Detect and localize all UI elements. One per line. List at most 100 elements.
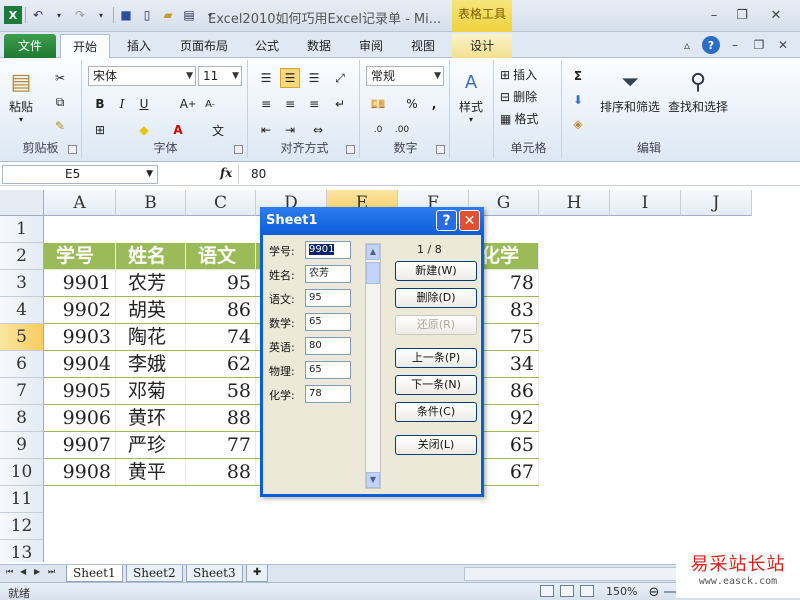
tab-file[interactable]: 文件: [4, 34, 56, 58]
table-cell-chinese[interactable]: 88: [186, 459, 256, 486]
sheet-tab-sheet2[interactable]: Sheet2: [126, 565, 183, 582]
workbook-restore-icon[interactable]: ❐: [750, 36, 768, 54]
help-icon[interactable]: ?: [702, 36, 720, 54]
open-folder-icon[interactable]: ▰: [159, 6, 177, 24]
dropdown-icon[interactable]: ▾: [92, 6, 110, 24]
undo-icon[interactable]: ↶: [29, 6, 47, 24]
new-record-button[interactable]: 新建(W): [395, 261, 477, 281]
criteria-button[interactable]: 条件(C): [395, 402, 477, 422]
close-icon[interactable]: ✕: [756, 4, 796, 26]
field-input[interactable]: 80: [305, 337, 351, 355]
autosum-icon[interactable]: Σ: [568, 66, 588, 86]
decrease-indent-icon[interactable]: ⇤: [256, 120, 276, 140]
table-cell-id[interactable]: 9903: [44, 324, 116, 351]
format-painter-icon[interactable]: ✎: [50, 116, 70, 136]
find-select-button[interactable]: ⚲ 查找和选择: [668, 66, 728, 115]
increase-decimal-icon[interactable]: .0: [368, 120, 388, 140]
insert-sheet-icon[interactable]: ✚: [246, 565, 269, 582]
select-all-button[interactable]: [0, 190, 44, 216]
tab-view[interactable]: 视图: [398, 34, 448, 58]
excel-logo-icon[interactable]: X: [4, 6, 22, 24]
dialog-launcher-icon[interactable]: [346, 145, 355, 154]
font-size-select[interactable]: 11 ▼: [198, 66, 242, 86]
align-top-icon[interactable]: ☰: [256, 68, 276, 88]
close-icon[interactable]: ✕: [459, 210, 480, 231]
field-input[interactable]: 65: [305, 313, 351, 331]
table-cell-name[interactable]: 严珍: [116, 432, 186, 459]
italic-icon[interactable]: I: [112, 94, 132, 114]
phonetic-icon[interactable]: 文: [208, 120, 228, 140]
first-sheet-icon[interactable]: ⏮: [6, 567, 13, 577]
sheet-tab-sheet3[interactable]: Sheet3: [186, 565, 243, 582]
row-header-6[interactable]: 6: [0, 351, 44, 378]
percent-icon[interactable]: %: [402, 94, 422, 114]
table-cell-name[interactable]: 胡英: [116, 297, 186, 324]
column-header-b[interactable]: B: [116, 190, 186, 216]
row-header-12[interactable]: 12: [0, 513, 44, 540]
table-cell-id[interactable]: 9907: [44, 432, 116, 459]
prev-sheet-icon[interactable]: ◀: [20, 567, 26, 576]
table-cell-id[interactable]: 9906: [44, 405, 116, 432]
table-cell-id[interactable]: 9904: [44, 351, 116, 378]
tab-design[interactable]: 设计: [452, 34, 512, 58]
table-cell-name[interactable]: 黄环: [116, 405, 186, 432]
comma-icon[interactable]: ,: [424, 94, 444, 114]
save-icon[interactable]: ■: [117, 6, 135, 24]
form-icon[interactable]: ▤: [180, 6, 198, 24]
column-header-c[interactable]: C: [186, 190, 256, 216]
scroll-down-icon[interactable]: ▼: [366, 472, 380, 488]
dropdown-icon[interactable]: ▾: [50, 6, 68, 24]
row-header-7[interactable]: 7: [0, 378, 44, 405]
delete-record-button[interactable]: 删除(D): [395, 288, 477, 308]
table-cell-name[interactable]: 农芳: [116, 270, 186, 297]
paste-button[interactable]: ▤ 粘贴 ▾: [6, 66, 36, 125]
last-sheet-icon[interactable]: ⏭: [48, 567, 55, 577]
format-cells-button[interactable]: ▦ 格式: [500, 110, 538, 127]
number-format-select[interactable]: 常规 ▼: [366, 66, 444, 86]
tab-review[interactable]: 审阅: [346, 34, 396, 58]
help-icon[interactable]: ?: [436, 210, 457, 231]
next-sheet-icon[interactable]: ▶: [34, 567, 40, 576]
merge-center-icon[interactable]: ⇔: [308, 120, 328, 140]
tab-home[interactable]: 开始: [60, 34, 110, 58]
field-input[interactable]: 65: [305, 361, 351, 379]
minimize-icon[interactable]: –: [700, 4, 728, 26]
redo-icon[interactable]: ↷: [71, 6, 89, 24]
orientation-icon[interactable]: ⤢: [330, 68, 350, 88]
restore-icon[interactable]: ❐: [728, 4, 756, 26]
grow-font-icon[interactable]: A +: [178, 94, 198, 114]
font-name-select[interactable]: 宋体 ▼: [88, 66, 196, 86]
table-cell-chinese[interactable]: 95: [186, 270, 256, 297]
scroll-thumb[interactable]: [366, 262, 380, 284]
row-header-11[interactable]: 11: [0, 486, 44, 513]
table-cell-name[interactable]: 邓菊: [116, 378, 186, 405]
dialog-launcher-icon[interactable]: [234, 145, 243, 154]
column-header-h[interactable]: H: [539, 190, 610, 216]
dialog-launcher-icon[interactable]: [436, 145, 445, 154]
row-header-8[interactable]: 8: [0, 405, 44, 432]
name-box[interactable]: E5 ▼: [2, 165, 158, 184]
dialog-launcher-icon[interactable]: [68, 145, 77, 154]
shrink-font-icon[interactable]: A-: [200, 94, 220, 114]
row-header-3[interactable]: 3: [0, 270, 44, 297]
tab-formulas[interactable]: 公式: [244, 34, 290, 58]
table-cell-chinese[interactable]: 86: [186, 297, 256, 324]
table-header-cell[interactable]: 语文: [186, 243, 256, 270]
row-header-1[interactable]: 1: [0, 216, 44, 243]
sheet-tab-sheet1[interactable]: Sheet1: [66, 565, 123, 582]
field-input[interactable]: 9901: [305, 241, 351, 259]
record-scrollbar[interactable]: ▲ ▼: [365, 243, 381, 489]
table-cell-name[interactable]: 李娥: [116, 351, 186, 378]
column-header-a[interactable]: A: [44, 190, 116, 216]
table-cell-id[interactable]: 9902: [44, 297, 116, 324]
table-cell-id[interactable]: 9908: [44, 459, 116, 486]
zoom-level[interactable]: 150%: [606, 585, 637, 598]
borders-icon[interactable]: ⊞: [90, 120, 110, 140]
table-header-cell[interactable]: 学号: [44, 243, 116, 270]
new-file-icon[interactable]: ▯: [138, 6, 156, 24]
insert-cells-button[interactable]: ⊞ 插入: [500, 66, 537, 83]
table-cell-id[interactable]: 9905: [44, 378, 116, 405]
row-header-5[interactable]: 5: [0, 324, 44, 351]
row-header-10[interactable]: 10: [0, 459, 44, 486]
align-center-icon[interactable]: ≡: [280, 94, 300, 114]
